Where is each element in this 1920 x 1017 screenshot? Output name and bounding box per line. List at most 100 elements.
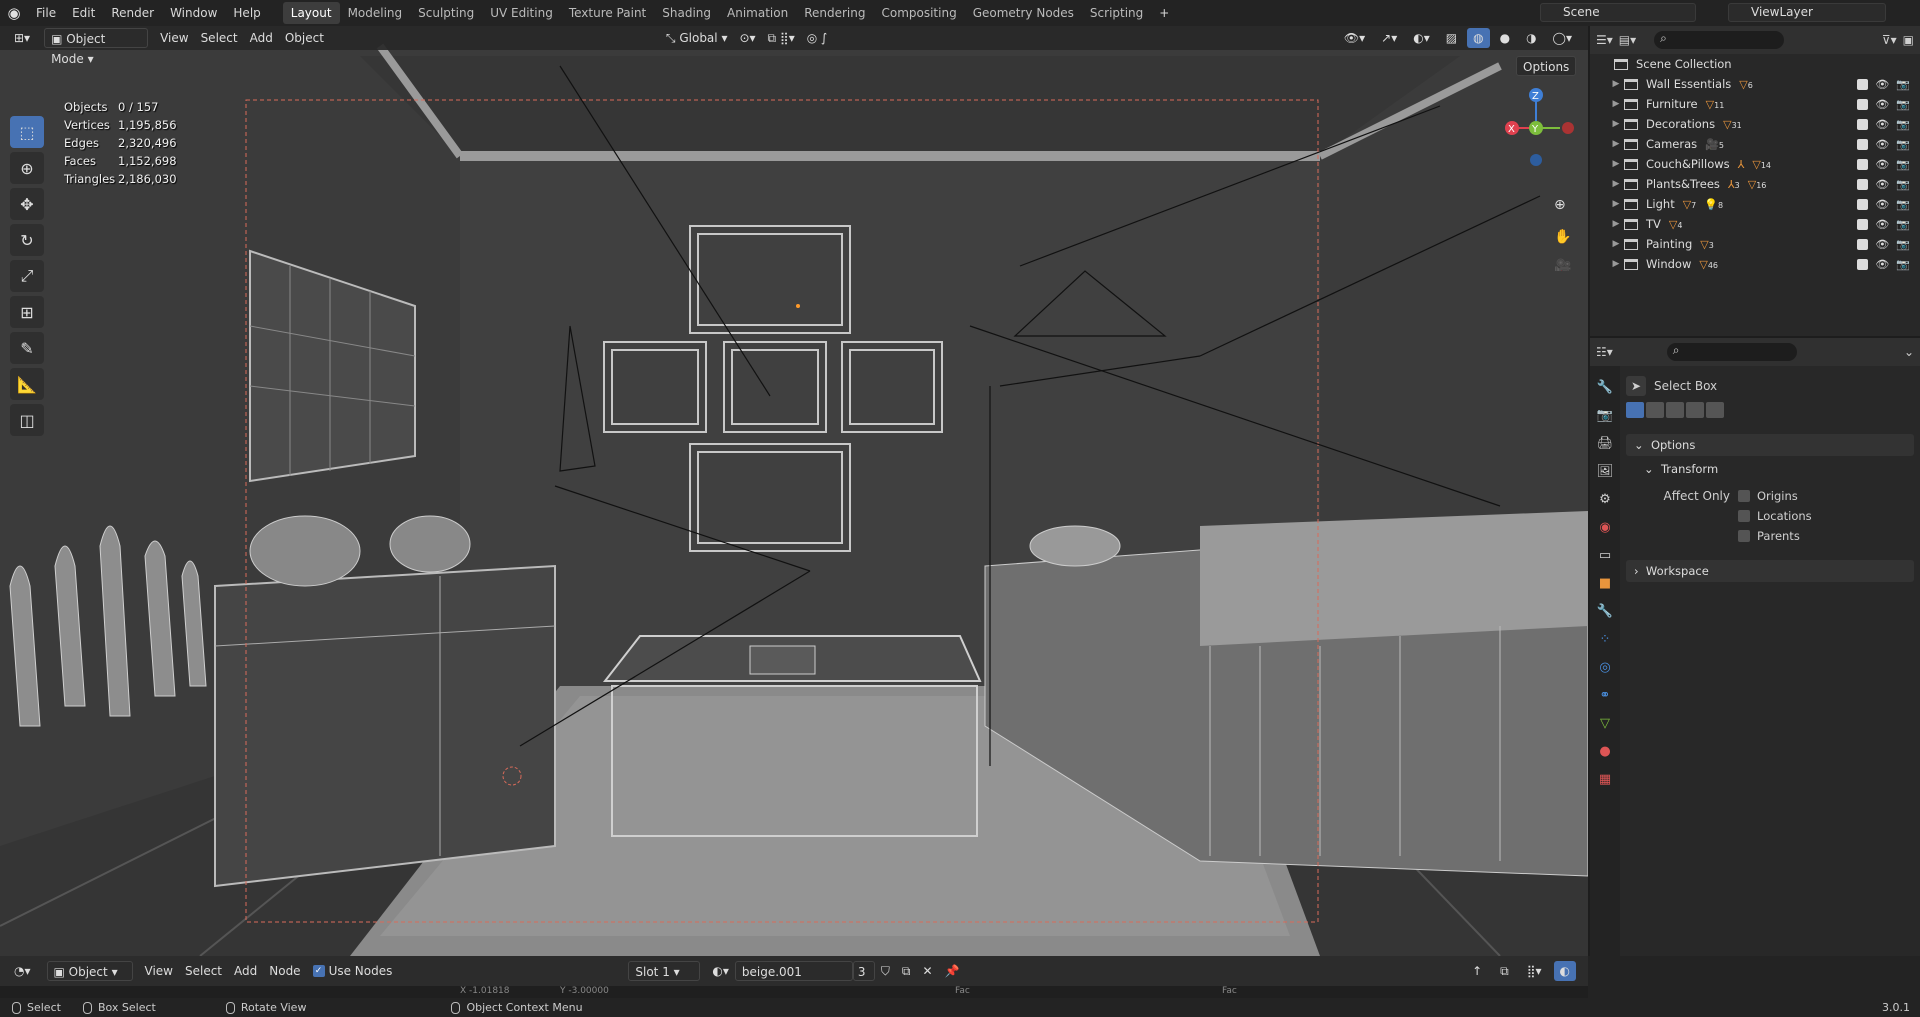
transform-tool-icon[interactable]: ⊞ [10, 296, 44, 328]
eye-icon[interactable]: 👁 [1875, 258, 1889, 271]
checkbox-icon[interactable] [1738, 530, 1750, 542]
cursor-tool-icon[interactable]: ⊕ [10, 152, 44, 184]
transform-orientation-selector[interactable]: ⤡ Global ▾ [660, 28, 734, 48]
move-tool-icon[interactable]: ✥ [10, 188, 44, 220]
checkbox-icon[interactable] [1738, 510, 1750, 522]
tab-modeling[interactable]: Modeling [340, 2, 411, 24]
scene-tab-icon[interactable]: ⚙ [1594, 488, 1616, 510]
visibility-icon[interactable]: 👁▾ [1338, 28, 1371, 48]
menu-file[interactable]: File [28, 2, 64, 24]
modifiers-tab-icon[interactable]: 🔧 [1594, 600, 1616, 622]
options-button[interactable]: Options [1516, 56, 1577, 76]
world-tab-icon[interactable]: ◉ [1594, 516, 1616, 538]
expand-arrow-icon[interactable]: ▶ [1608, 119, 1624, 129]
gizmo-icon[interactable]: ↗▾ [1375, 28, 1403, 48]
workspace-panel-header[interactable]: › Workspace [1626, 560, 1914, 582]
render-camera-icon[interactable]: 📷 [1896, 258, 1910, 271]
output-tab-icon[interactable]: 🖨 [1594, 432, 1616, 454]
outliner-row-couch-pillows[interactable]: ▶ Couch&Pillows ⅄ ▽14 👁 📷 [1590, 154, 1920, 174]
node-menu-view[interactable]: View [139, 961, 179, 981]
render-camera-icon[interactable]: 📷 [1896, 218, 1910, 231]
tab-texture-paint[interactable]: Texture Paint [561, 2, 654, 24]
outliner-row-painting[interactable]: ▶ Painting ▽3 👁 📷 [1590, 234, 1920, 254]
node-object-selector[interactable]: ▣ Object ▾ [46, 961, 133, 981]
add-cube-tool-icon[interactable]: ◫ [10, 404, 44, 436]
exclude-checkbox[interactable] [1857, 118, 1869, 130]
editor-type-button[interactable]: ⊞▾ [8, 28, 36, 48]
duplicate-material-icon[interactable]: ⧉ [896, 961, 917, 981]
snap-node-icon[interactable]: ⧉ [1494, 961, 1515, 981]
render-camera-icon[interactable]: 📷 [1896, 138, 1910, 151]
mode-subtract-icon[interactable] [1666, 402, 1684, 418]
mode-intersect-icon[interactable] [1706, 402, 1724, 418]
wireframe-shading-icon[interactable]: ◍ [1467, 28, 1490, 48]
properties-editor-type-icon[interactable]: ☷▾ [1596, 345, 1613, 359]
viewport-menu-object[interactable]: Object [279, 28, 330, 48]
navigation-gizmo[interactable]: Z X Y ⊕ ✋ 🎥 [1490, 81, 1586, 271]
outliner-search-input[interactable]: ⌕ [1654, 31, 1785, 49]
eye-icon[interactable]: 👁 [1875, 158, 1889, 171]
particles-tab-icon[interactable]: ⁘ [1594, 628, 1616, 650]
overlays-icon[interactable]: ◐▾ [1407, 28, 1436, 48]
mode-set-icon[interactable] [1626, 402, 1644, 418]
node-editor-type-icon[interactable]: ◔▾ [8, 961, 37, 981]
material-users-count[interactable]: 3 [852, 961, 875, 981]
unlink-material-icon[interactable]: ✕ [916, 961, 938, 981]
mode-invert-icon[interactable] [1686, 402, 1704, 418]
exclude-checkbox[interactable] [1857, 98, 1869, 110]
solid-shading-icon[interactable]: ● [1494, 28, 1516, 48]
eye-icon[interactable]: 👁 [1875, 98, 1889, 111]
rendered-shading-icon[interactable]: ◯▾ [1547, 28, 1578, 48]
eye-icon[interactable]: 👁 [1875, 118, 1889, 131]
scene-collection-row[interactable]: Scene Collection [1590, 54, 1920, 74]
snap-icon[interactable]: ⧉ ⣿▾ [762, 28, 801, 48]
slot-selector[interactable]: Slot 1 ▾ [628, 961, 701, 981]
properties-search-input[interactable]: ⌕ [1666, 343, 1797, 361]
pin-icon[interactable]: 📌 [939, 961, 966, 981]
select-box-tool-icon[interactable]: ⬚ [10, 116, 44, 148]
zoom-icon[interactable]: ⊕ [1554, 197, 1566, 213]
menu-window[interactable]: Window [162, 2, 225, 24]
material-tab-icon[interactable]: ● [1594, 740, 1616, 762]
pan-hand-icon[interactable]: ✋ [1554, 228, 1571, 245]
object-tab-icon[interactable]: ■ [1594, 572, 1616, 594]
tab-shading[interactable]: Shading [654, 2, 719, 24]
render-camera-icon[interactable]: 📷 [1896, 78, 1910, 91]
menu-render[interactable]: Render [103, 2, 162, 24]
outliner-row-wall-essentials[interactable]: ▶ Wall Essentials ▽6 👁 📷 [1590, 74, 1920, 94]
outliner-row-light[interactable]: ▶ Light ▽7 💡8 👁 📷 [1590, 194, 1920, 214]
tab-sculpting[interactable]: Sculpting [410, 2, 482, 24]
viewport-menu-select[interactable]: Select [195, 28, 244, 48]
menu-help[interactable]: Help [225, 2, 268, 24]
transform-subpanel-header[interactable]: ⌄ Transform [1626, 458, 1914, 480]
exclude-checkbox[interactable] [1857, 78, 1869, 90]
exclude-checkbox[interactable] [1857, 158, 1869, 170]
blender-logo-icon[interactable]: ◉ [0, 0, 28, 26]
exclude-checkbox[interactable] [1857, 198, 1869, 210]
material-browse-icon[interactable]: ◐▾ [706, 961, 735, 981]
outliner-row-cameras[interactable]: ▶ Cameras 🎥5 👁 📷 [1590, 134, 1920, 154]
checkbox-icon[interactable] [1738, 490, 1750, 502]
material-shading-icon[interactable]: ◑ [1520, 28, 1542, 48]
outliner-row-tv[interactable]: ▶ TV ▽4 👁 📷 [1590, 214, 1920, 234]
eye-icon[interactable]: 👁 [1875, 138, 1889, 151]
tab-layout[interactable]: Layout [282, 2, 340, 24]
render-camera-icon[interactable]: 📷 [1896, 118, 1910, 131]
node-menu-select[interactable]: Select [179, 961, 228, 981]
exclude-checkbox[interactable] [1857, 238, 1869, 250]
expand-arrow-icon[interactable]: ▶ [1608, 219, 1624, 229]
mode-selector[interactable]: ▣ Object Mode ▾ [44, 28, 149, 66]
filter-icon[interactable]: ⊽▾ [1882, 33, 1897, 47]
constraints-tab-icon[interactable]: ⚭ [1594, 684, 1616, 706]
scale-tool-icon[interactable]: ⤢ [10, 260, 44, 292]
data-tab-icon[interactable]: ▽ [1594, 712, 1616, 734]
tab-animation[interactable]: Animation [719, 2, 796, 24]
node-snap-mode-icon[interactable]: ⣿▾ [1521, 961, 1548, 981]
exclude-checkbox[interactable] [1857, 138, 1869, 150]
expand-arrow-icon[interactable]: ▶ [1608, 179, 1624, 189]
outliner-row-plants-trees[interactable]: ▶ Plants&Trees ⅄3 ▽16 👁 📷 [1590, 174, 1920, 194]
add-workspace-button[interactable]: + [1151, 2, 1177, 24]
expand-arrow-icon[interactable]: ▶ [1608, 199, 1624, 209]
node-overlays-icon[interactable]: ◐ [1553, 961, 1576, 981]
outliner-row-window[interactable]: ▶ Window ▽46 👁 📷 [1590, 254, 1920, 274]
